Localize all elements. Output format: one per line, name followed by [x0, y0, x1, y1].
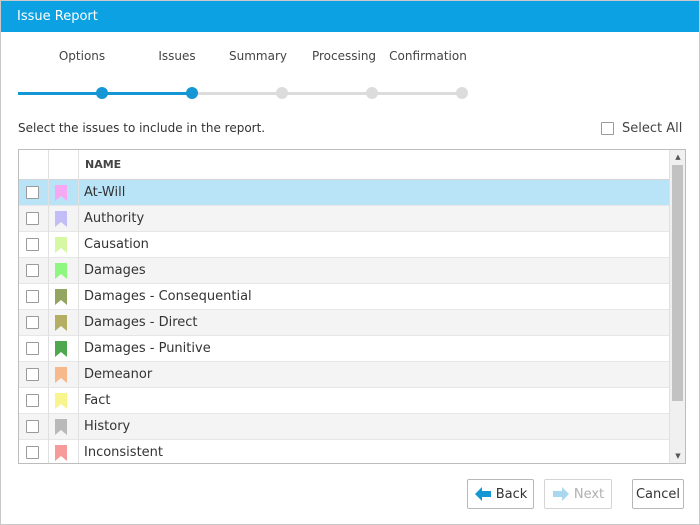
column-header-name[interactable]: NAME: [85, 150, 121, 180]
issue-name: Damages - Consequential: [84, 289, 252, 304]
issue-name: Demeanor: [84, 367, 153, 382]
progress-track-remaining: [192, 92, 462, 95]
issue-name: Damages - Punitive: [84, 341, 211, 356]
issue-name: Damages - Direct: [84, 315, 198, 330]
issue-name: Fact: [84, 393, 111, 408]
issue-tag-icon: [55, 289, 67, 305]
step-summary-dot: [276, 87, 288, 99]
table-row[interactable]: Damages - Punitive: [19, 336, 670, 362]
grid-scrollbar[interactable]: ▲ ▼: [669, 150, 685, 463]
table-row[interactable]: Demeanor: [19, 362, 670, 388]
table-row[interactable]: History: [19, 414, 670, 440]
issue-tag-icon: [55, 341, 67, 357]
row-checkbox[interactable]: [26, 368, 39, 381]
next-arrow-icon: [552, 487, 569, 501]
next-button-label: Next: [573, 486, 605, 502]
issue-tag-icon: [55, 419, 67, 435]
table-row[interactable]: At-Will: [19, 180, 670, 206]
table-row[interactable]: Authority: [19, 206, 670, 232]
table-row[interactable]: Damages - Consequential: [19, 284, 670, 310]
issue-tag-icon: [55, 367, 67, 383]
row-checkbox[interactable]: [26, 186, 39, 199]
step-issues-label: Issues: [158, 49, 196, 63]
cancel-button[interactable]: Cancel: [632, 479, 684, 509]
row-checkbox[interactable]: [26, 420, 39, 433]
grid-rows: At-Will Authority Causation Damages Damages …: [19, 180, 670, 463]
issue-name: History: [84, 419, 131, 434]
table-row[interactable]: Damages: [19, 258, 670, 284]
step-processing-dot: [366, 87, 378, 99]
issue-name: Authority: [84, 211, 145, 226]
step-issues-dot: [186, 87, 198, 99]
row-checkbox[interactable]: [26, 290, 39, 303]
row-checkbox[interactable]: [26, 394, 39, 407]
issue-tag-icon: [55, 393, 67, 409]
step-summary-label: Summary: [229, 49, 287, 63]
issue-name: At-Will: [84, 185, 126, 200]
issue-tag-icon: [55, 211, 67, 227]
next-button[interactable]: Next: [544, 479, 612, 509]
step-confirmation-label: Confirmation: [389, 49, 467, 63]
grid-header: NAME: [19, 150, 670, 180]
step-processing-label: Processing: [311, 49, 377, 63]
issue-tag-icon: [55, 263, 67, 279]
issue-report-dialog: Issue Report Options Issues Summary Proc…: [0, 0, 700, 525]
back-arrow-icon: [474, 487, 491, 501]
row-checkbox[interactable]: [26, 342, 39, 355]
table-row[interactable]: Causation: [19, 232, 670, 258]
row-checkbox[interactable]: [26, 212, 39, 225]
select-all-box[interactable]: [601, 121, 614, 135]
issue-name: Inconsistent: [84, 445, 164, 460]
scrollbar-thumb[interactable]: [672, 165, 683, 401]
step-options-dot: [96, 87, 108, 99]
issue-tag-icon: [55, 237, 67, 253]
row-checkbox[interactable]: [26, 316, 39, 329]
cancel-button-label: Cancel: [635, 486, 681, 502]
row-checkbox[interactable]: [26, 446, 39, 459]
scroll-up-arrow-icon[interactable]: ▲: [670, 150, 685, 164]
table-row[interactable]: Damages - Direct: [19, 310, 670, 336]
instruction-text: Select the issues to include in the repo…: [18, 121, 266, 135]
row-checkbox[interactable]: [26, 264, 39, 277]
issue-tag-icon: [55, 445, 67, 461]
issue-name: Causation: [84, 237, 149, 252]
back-button[interactable]: Back: [467, 479, 534, 509]
issues-grid: NAME At-Will Authority Causation Damages Dam…: [18, 149, 686, 464]
issue-tag-icon: [55, 185, 67, 201]
step-confirmation-dot: [456, 87, 468, 99]
dialog-title: Issue Report: [1, 1, 699, 32]
select-all-checkbox[interactable]: Select All: [601, 119, 682, 137]
row-checkbox[interactable]: [26, 238, 39, 251]
back-button-label: Back: [495, 486, 528, 502]
wizard-steps: Options Issues Summary Processing Confir…: [1, 39, 700, 109]
table-row[interactable]: Inconsistent: [19, 440, 670, 463]
scroll-down-arrow-icon[interactable]: ▼: [670, 449, 685, 463]
step-options-label: Options: [58, 49, 106, 63]
issue-name: Damages: [84, 263, 146, 278]
select-all-label: Select All: [622, 120, 683, 136]
issue-tag-icon: [55, 315, 67, 331]
table-row[interactable]: Fact: [19, 388, 670, 414]
